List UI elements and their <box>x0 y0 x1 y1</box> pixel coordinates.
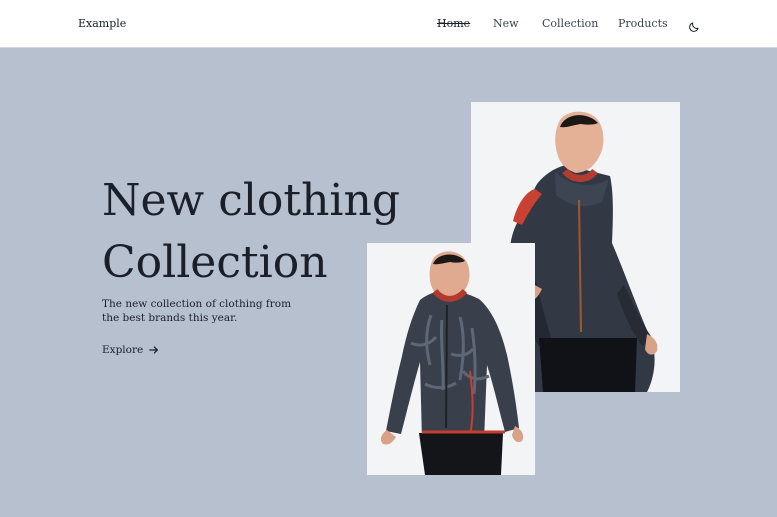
hero-title: New clothing Collection <box>102 170 402 294</box>
nav-new-link[interactable]: New <box>493 17 519 30</box>
top-navigation-bar: Example Home New Collection Products <box>0 0 777 48</box>
arrow-right-icon <box>149 346 159 354</box>
moon-icon[interactable] <box>688 18 700 32</box>
explore-link[interactable]: Explore <box>102 344 159 356</box>
hero-title-line-2: Collection <box>102 237 328 288</box>
brand-logo-link[interactable]: Example <box>78 17 126 30</box>
hero-description-line-2: the best brands this year. <box>102 312 238 324</box>
nav-products-link[interactable]: Products <box>618 17 668 30</box>
hero-description-line-1: The new collection of clothing from <box>102 298 292 310</box>
hero-title-line-1: New clothing <box>102 175 400 226</box>
hero-description: The new collection of clothing from the … <box>102 297 292 325</box>
explore-label: Explore <box>102 344 144 356</box>
nav-home-link[interactable]: Home <box>437 17 470 30</box>
nav-collection-link[interactable]: Collection <box>542 17 598 30</box>
product-photo-camo-jacket <box>367 243 535 475</box>
